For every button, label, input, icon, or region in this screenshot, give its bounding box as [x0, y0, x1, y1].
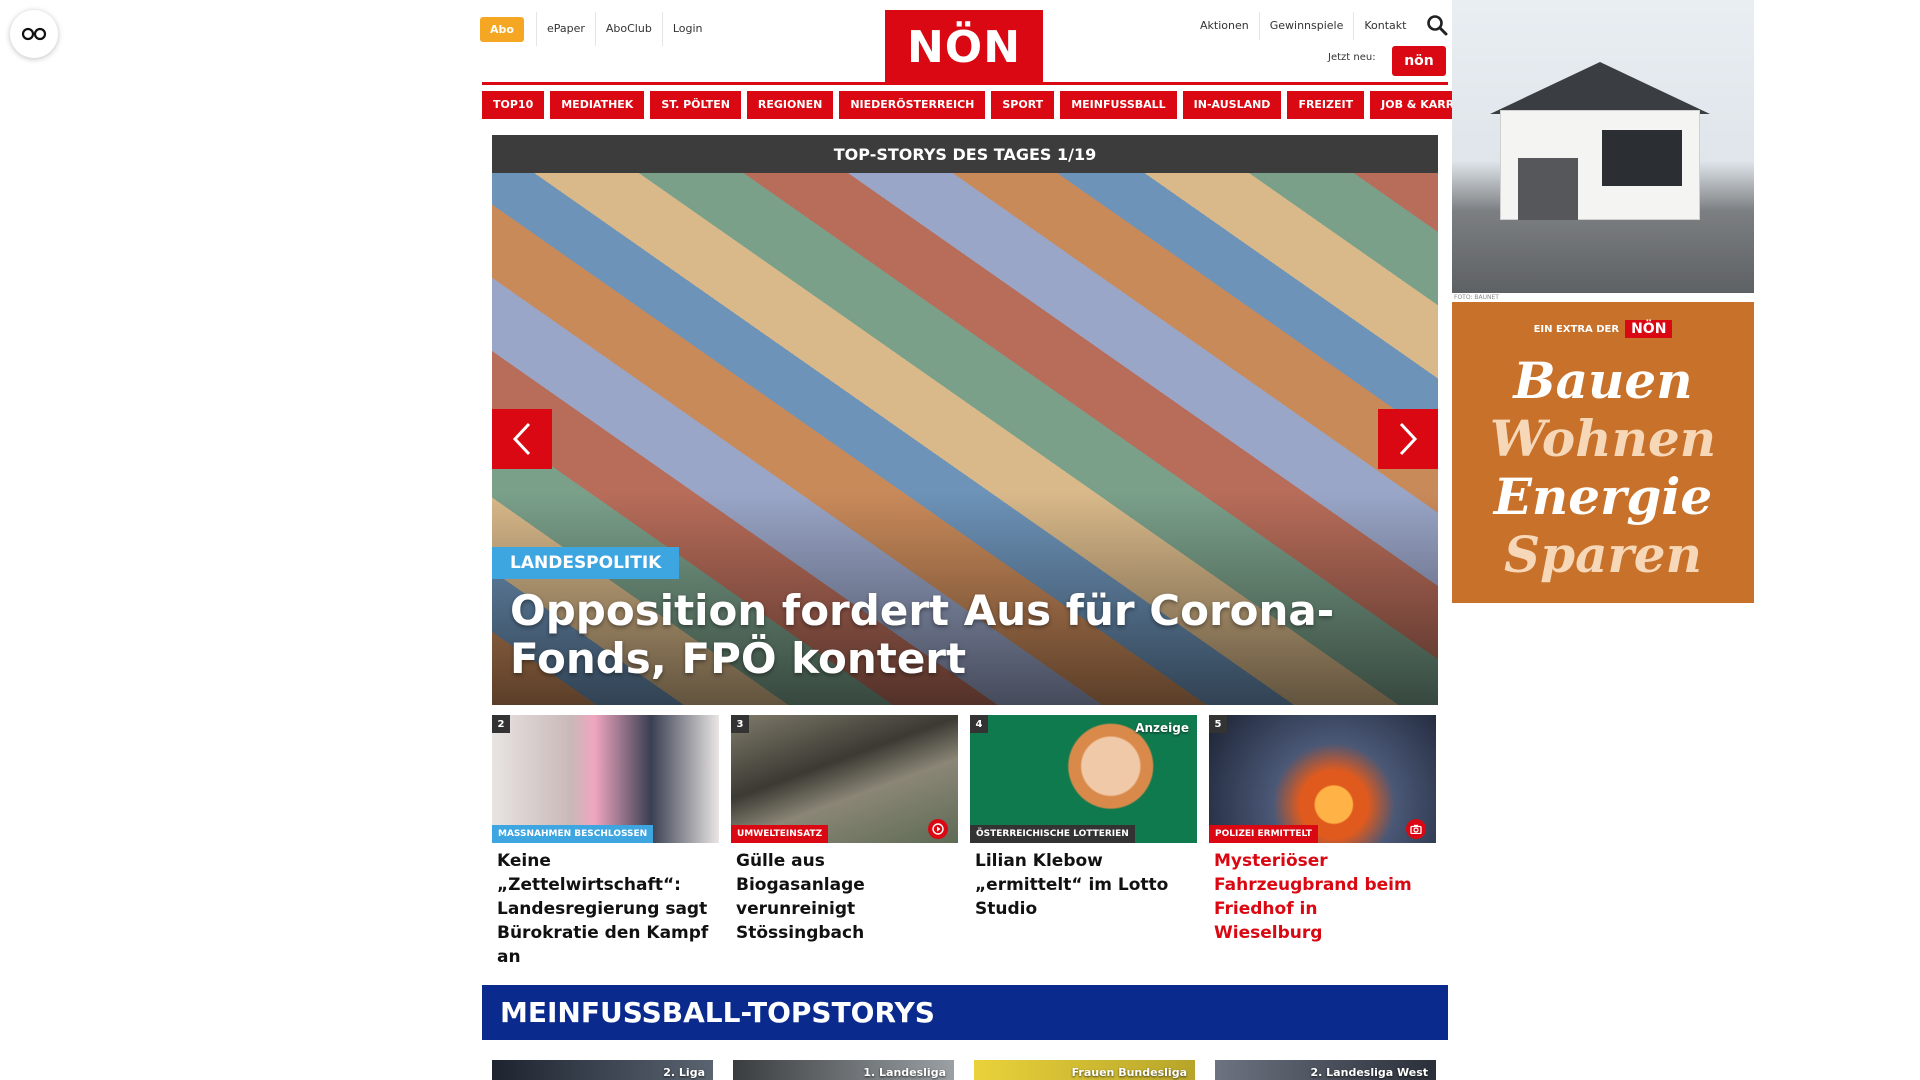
- main-nav: TOP10 MEDIATHEK ST. PÖLTEN REGIONEN NIED…: [482, 91, 1493, 119]
- ad-label: Anzeige: [1135, 721, 1189, 735]
- nav-item-st-poelten[interactable]: ST. PÖLTEN: [650, 91, 741, 119]
- story-rank-badge: 3: [731, 715, 749, 733]
- house-ad-banner[interactable]: [1452, 0, 1754, 293]
- story-card[interactable]: 4 Anzeige ÖSTERREICHISCHE LOTTERIEN Lili…: [970, 715, 1197, 969]
- nav-item-sport[interactable]: SPORT: [991, 91, 1055, 119]
- story-image[interactable]: 2 MASSNAHMEN BESCHLOSSEN: [492, 715, 719, 843]
- ad-photo-credit: FOTO: BAUNET: [1454, 294, 1499, 301]
- chevron-left-icon: [512, 422, 531, 456]
- accessibility-button[interactable]: [10, 10, 58, 58]
- story-category-tag[interactable]: ÖSTERREICHISCHE LOTTERIEN: [970, 825, 1135, 843]
- noen-logo[interactable]: NÖN: [885, 10, 1043, 84]
- nav-item-in-ausland[interactable]: IN-AUSLAND: [1182, 91, 1282, 119]
- story-card[interactable]: 3 UMWELTEINSATZ Gülle aus Biogasanlage v…: [731, 715, 958, 969]
- nav-item-meinfussball[interactable]: MEINFUSSBALL: [1060, 91, 1177, 119]
- story-cards: 2 MASSNAHMEN BESCHLOSSEN Keine „Zettelwi…: [492, 715, 1438, 969]
- nav-item-freizeit[interactable]: FREIZEIT: [1287, 91, 1365, 119]
- slider-next-button[interactable]: [1378, 409, 1438, 469]
- league-label: Frauen Bundesliga: [1071, 1066, 1187, 1079]
- house-window: [1602, 130, 1682, 186]
- login-link[interactable]: Login: [661, 12, 713, 46]
- ad-word: Bauen: [1513, 351, 1693, 410]
- meinfussball-card[interactable]: Frauen Bundesliga: [974, 1060, 1195, 1080]
- league-label: 2. Liga: [663, 1066, 705, 1079]
- house-roof: [1490, 62, 1710, 114]
- ad-extra-header: EIN EXTRA DER NÖN: [1534, 320, 1673, 338]
- kontakt-link[interactable]: Kontakt: [1353, 12, 1416, 40]
- top-links: Abo ePaper AboClub Login: [480, 12, 713, 46]
- league-label: 2. Landesliga West: [1310, 1066, 1428, 1079]
- nav-item-regionen[interactable]: REGIONEN: [746, 91, 834, 119]
- chevron-right-icon: [1399, 422, 1418, 456]
- nav-item-niederoesterreich[interactable]: NIEDERÖSTERREICH: [839, 91, 986, 119]
- nav-item-mediathek[interactable]: MEDIATHEK: [550, 91, 645, 119]
- nav-item-top10[interactable]: TOP10: [482, 91, 545, 119]
- meinfussball-heading[interactable]: MEINFUSSBALL-TOPSTORYS: [482, 985, 1448, 1040]
- story-rank-badge: 4: [970, 715, 988, 733]
- ad-extra-logo: NÖN: [1625, 320, 1673, 338]
- epaper-link[interactable]: ePaper: [535, 12, 595, 46]
- story-category-tag[interactable]: POLIZEI ERMITTELT: [1209, 825, 1318, 843]
- top-stories-heading: TOP-STORYS DES TAGES 1/19: [492, 135, 1438, 173]
- story-rank-badge: 5: [1209, 715, 1227, 733]
- abo-button[interactable]: Abo: [480, 16, 524, 42]
- search-icon[interactable]: [1426, 14, 1448, 36]
- jetzt-neu-label: Jetzt neu:: [1328, 52, 1376, 63]
- slide-headline[interactable]: Opposition fordert Aus für Corona-Fonds,…: [510, 587, 1420, 683]
- slide-category-badge[interactable]: LANDESPOLITIK: [492, 547, 680, 579]
- story-headline[interactable]: Gülle aus Biogasanlage verunreinigt Stös…: [731, 843, 958, 945]
- ad-word: Wohnen: [1489, 409, 1717, 468]
- story-headline[interactable]: Lilian Klebow „ermittelt“ im Lotto Studi…: [970, 843, 1197, 921]
- story-card[interactable]: 5 POLIZEI ERMITTELT Mysteriöser Fahrzeug…: [1209, 715, 1436, 969]
- gewinnspiele-link[interactable]: Gewinnspiele: [1258, 12, 1354, 40]
- story-image[interactable]: 4 Anzeige ÖSTERREICHISCHE LOTTERIEN: [970, 715, 1197, 843]
- right-links: Aktionen Gewinnspiele Kontakt: [1190, 12, 1416, 40]
- story-image[interactable]: 3 UMWELTEINSATZ: [731, 715, 958, 843]
- ad-word: Sparen: [1504, 525, 1702, 584]
- story-headline[interactable]: Keine „Zettelwirtschaft“: Landesregierun…: [492, 843, 719, 969]
- house-garage: [1518, 158, 1578, 220]
- glasses-icon: [21, 27, 47, 41]
- top-story-slide[interactable]: LANDESPOLITIK Opposition fordert Aus für…: [492, 173, 1438, 705]
- aktionen-link[interactable]: Aktionen: [1190, 12, 1259, 40]
- ad-extra-label: EIN EXTRA DER: [1533, 323, 1620, 335]
- camera-icon: [1406, 819, 1426, 839]
- meinfussball-card[interactable]: 2. Landesliga West: [1215, 1060, 1436, 1080]
- league-label: 1. Landesliga: [863, 1066, 946, 1079]
- meinfussball-card[interactable]: 1. Landesliga: [733, 1060, 954, 1080]
- aboclub-link[interactable]: AboClub: [594, 12, 662, 46]
- story-headline[interactable]: Mysteriöser Fahrzeugbrand beim Friedhof …: [1209, 843, 1436, 945]
- story-rank-badge: 2: [492, 715, 510, 733]
- nav-divider: [482, 82, 1448, 85]
- story-category-tag[interactable]: UMWELTEINSATZ: [731, 825, 829, 843]
- story-category-tag[interactable]: MASSNAHMEN BESCHLOSSEN: [492, 825, 654, 843]
- ad-word: Energie: [1493, 467, 1713, 526]
- video-icon: [928, 819, 948, 839]
- story-card[interactable]: 2 MASSNAHMEN BESCHLOSSEN Keine „Zettelwi…: [492, 715, 719, 969]
- story-image[interactable]: 5 POLIZEI ERMITTELT: [1209, 715, 1436, 843]
- slider-prev-button[interactable]: [492, 409, 552, 469]
- jetzt-neu-badge[interactable]: nön: [1392, 46, 1446, 76]
- bauen-wohnen-ad[interactable]: EIN EXTRA DER NÖN Bauen Wohnen Energie S…: [1452, 302, 1754, 603]
- meinfussball-card[interactable]: 2. Liga: [492, 1060, 713, 1080]
- meinfussball-cards: 2. Liga 1. Landesliga Frauen Bundesliga …: [492, 1060, 1438, 1080]
- ad-words: Bauen Wohnen Energie Sparen: [1490, 352, 1716, 584]
